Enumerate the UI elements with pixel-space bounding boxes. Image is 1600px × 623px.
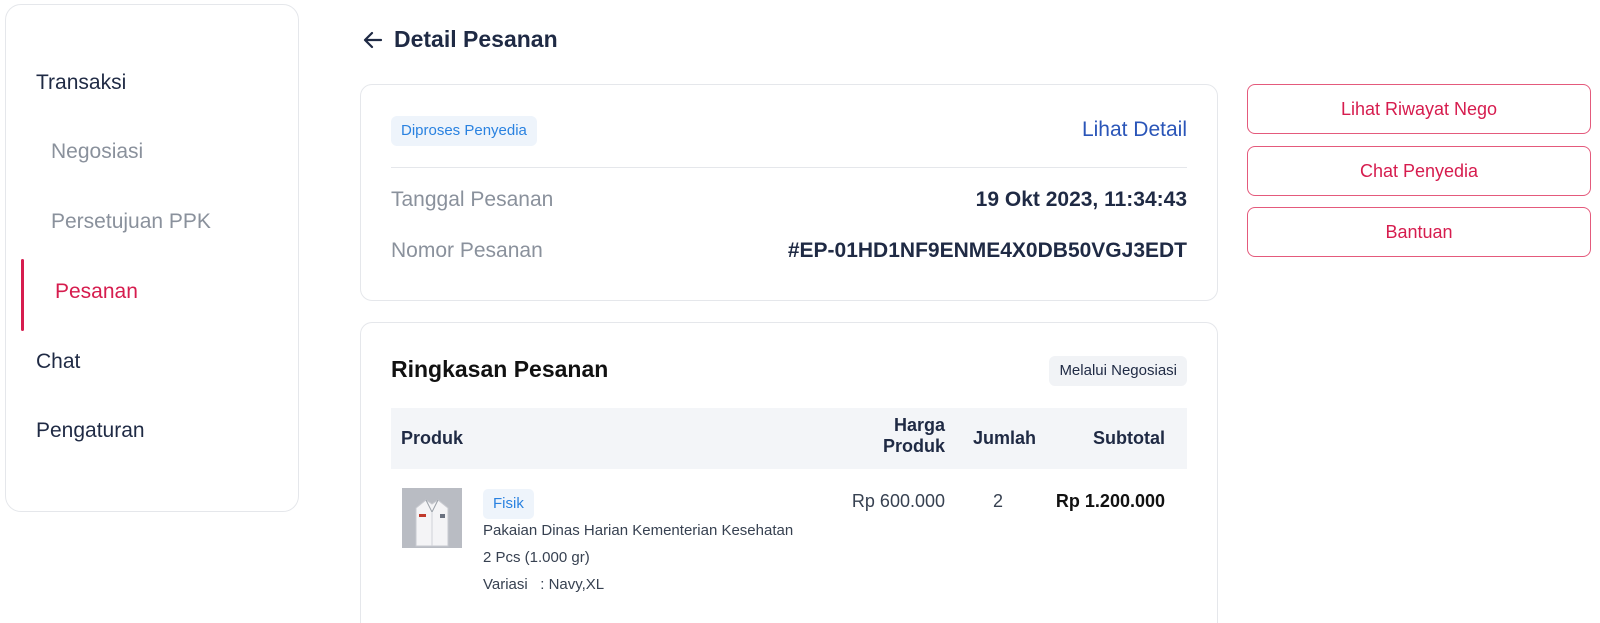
sidebar-item-negosiasi[interactable]: Negosiasi [51, 140, 143, 164]
order-number-value: #EP-01HD1NF9ENME4X0DB50VGJ3EDT [787, 239, 1187, 262]
column-header-price-line1: Harga [893, 415, 945, 435]
lihat-riwayat-nego-button[interactable]: Lihat Riwayat Nego [1247, 84, 1591, 134]
page-header: Detail Pesanan [362, 26, 558, 53]
page-title: Detail Pesanan [394, 26, 558, 52]
product-name[interactable]: Pakaian Dinas Harian Kementerian Kesehat… [483, 522, 793, 539]
sidebar: Transaksi Negosiasi Persetujuan PPK Pesa… [5, 4, 299, 512]
bantuan-button[interactable]: Bantuan [1247, 207, 1591, 257]
product-subtotal: Rp 1.200.000 [1055, 491, 1165, 511]
active-indicator [21, 259, 24, 331]
sidebar-item-persetujuan-ppk[interactable]: Persetujuan PPK [51, 210, 211, 234]
negotiation-badge: Melalui Negosiasi [1049, 356, 1187, 386]
sidebar-item-pesanan[interactable]: Pesanan [55, 280, 138, 304]
product-type-badge: Fisik [483, 489, 534, 519]
divider [391, 167, 1187, 168]
sidebar-item-pengaturan[interactable]: Pengaturan [36, 419, 145, 443]
column-header-price-line2: Produk [882, 436, 945, 456]
order-summary-card: Ringkasan Pesanan Melalui Negosiasi Prod… [360, 322, 1218, 623]
column-header-price: Harga Produk [883, 415, 945, 457]
product-image [402, 488, 462, 548]
sidebar-item-transaksi[interactable]: Transaksi [36, 71, 126, 95]
sidebar-item-chat[interactable]: Chat [36, 350, 80, 374]
chat-penyedia-button[interactable]: Chat Penyedia [1247, 146, 1591, 196]
arrow-left-icon[interactable] [362, 29, 384, 51]
table-header: Produk Harga Produk Jumlah Subtotal [391, 408, 1187, 469]
lihat-detail-link[interactable]: Lihat Detail [1082, 118, 1187, 142]
order-date-label: Tanggal Pesanan [391, 188, 554, 211]
product-variant: Variasi : Navy,XL [483, 576, 605, 593]
column-header-subtotal: Subtotal [1093, 428, 1165, 448]
summary-title: Ringkasan Pesanan [391, 356, 609, 382]
product-weight: 2 Pcs (1.000 gr) [483, 549, 590, 566]
product-price: Rp 600.000 [851, 491, 945, 511]
order-info-card: Diproses Penyedia Lihat Detail Tanggal P… [360, 84, 1218, 301]
column-header-product: Produk [401, 428, 464, 448]
column-header-qty: Jumlah [973, 428, 1037, 448]
order-number-label: Nomor Pesanan [391, 239, 543, 262]
product-qty: 2 [993, 491, 1004, 511]
order-date-value: 19 Okt 2023, 11:34:43 [975, 188, 1187, 211]
status-badge: Diproses Penyedia [391, 116, 537, 146]
